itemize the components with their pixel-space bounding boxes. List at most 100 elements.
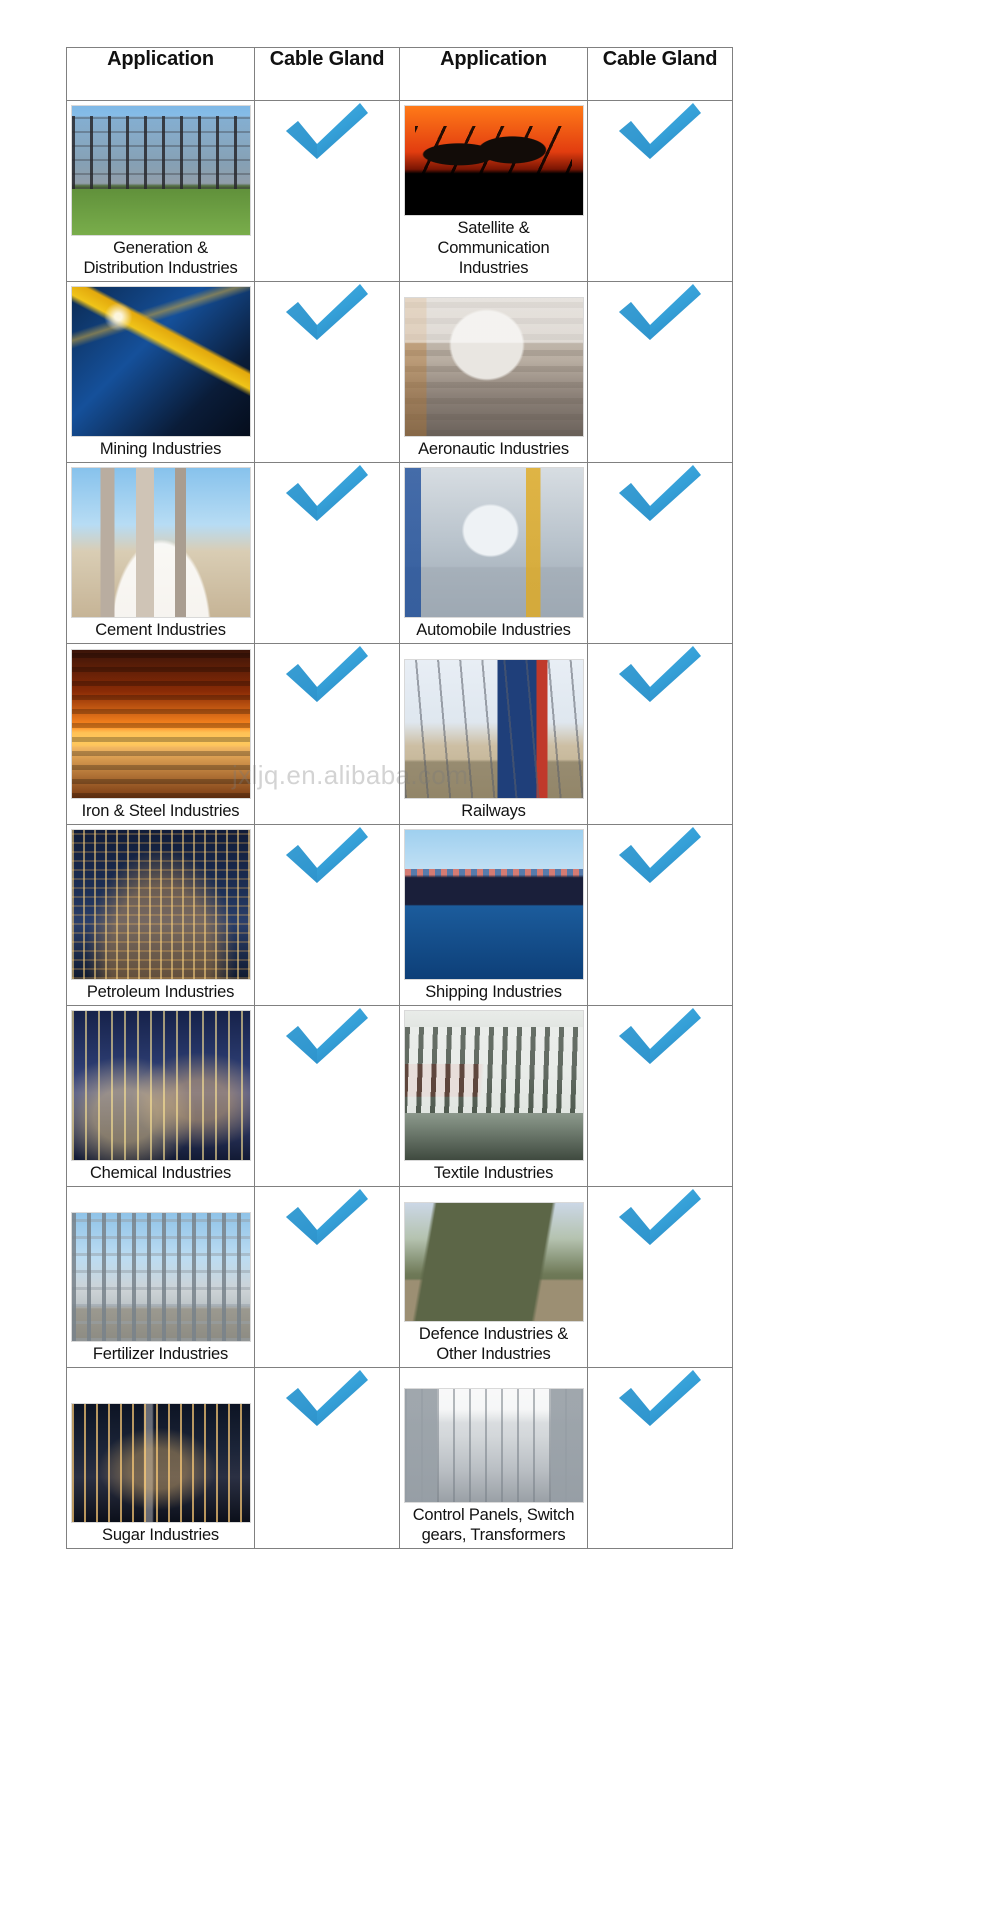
- application-thumbnail: [70, 1403, 251, 1523]
- cable-gland-check-cell: [255, 1368, 399, 1430]
- table-row: Mining Industries Aeronautic Industries: [66, 281, 733, 463]
- application-cell-left: Chemical Industries: [66, 1005, 255, 1187]
- application-label: Chemical Industries: [89, 1164, 232, 1182]
- blue-check-mark-icon: [286, 827, 368, 883]
- application-thumbnail: [403, 1388, 584, 1503]
- application-cell-right: Shipping Industries: [399, 824, 588, 1006]
- blue-check-mark-icon: [619, 1370, 701, 1426]
- cable-gland-cell-right: [587, 824, 733, 1006]
- application-label: Cement Industries: [95, 621, 226, 639]
- textile-spinning-machine-photo: [404, 1011, 583, 1160]
- application-label: Shipping Industries: [425, 983, 562, 1001]
- petroleum-refinery-night-photo: [71, 830, 250, 979]
- blue-check-mark-icon: [286, 1189, 368, 1245]
- blue-check-mark-icon: [619, 103, 701, 159]
- blue-check-mark-icon: [619, 284, 701, 340]
- application-thumbnail: [70, 649, 251, 799]
- blue-check-mark-icon: [619, 465, 701, 521]
- fertilizer-plant-photo: [71, 1213, 250, 1341]
- application-cell-right: Textile Industries: [399, 1005, 588, 1187]
- blue-check-mark-icon: [619, 827, 701, 883]
- header-cable-gland-right: Cable Gland: [587, 47, 733, 101]
- application-thumbnail: [403, 1202, 584, 1322]
- cable-gland-cell-right: [587, 281, 733, 463]
- table-header: Application Cable Gland Application Cabl…: [66, 47, 733, 101]
- cable-gland-cell-right: [587, 462, 733, 644]
- cable-gland-cell-left: [254, 100, 400, 282]
- cable-gland-check-cell: [255, 282, 399, 344]
- electrical-substation-photo: [71, 106, 250, 235]
- application-thumbnail: [70, 829, 251, 980]
- application-label: Satellite & Communication Industries: [437, 219, 550, 277]
- cable-gland-check-cell: [255, 644, 399, 706]
- application-thumbnail: [70, 1010, 251, 1161]
- blue-check-mark-icon: [286, 646, 368, 702]
- cable-gland-check-cell: [588, 644, 732, 706]
- application-label: Textile Industries: [433, 1164, 554, 1182]
- cable-gland-check-cell: [255, 101, 399, 163]
- container-ship-port-photo: [404, 830, 583, 979]
- application-cell-left: Sugar Industries: [66, 1367, 255, 1549]
- cable-gland-cell-left: [254, 1186, 400, 1368]
- application-label: Railways: [461, 802, 526, 820]
- cable-gland-check-cell: [255, 825, 399, 887]
- cable-gland-cell-right: [587, 1367, 733, 1549]
- application-thumbnail: [403, 1010, 584, 1161]
- cable-gland-cell-right: [587, 1005, 733, 1187]
- header-application-left: Application: [66, 47, 255, 101]
- application-thumbnail: [403, 105, 584, 216]
- application-label: Iron & Steel Industries: [81, 802, 240, 820]
- cable-gland-cell-left: [254, 462, 400, 644]
- application-cell-left: Fertilizer Industries: [66, 1186, 255, 1368]
- cable-gland-check-cell: [588, 101, 732, 163]
- blue-check-mark-icon: [286, 1370, 368, 1426]
- application-cell-left: Generation & Distribution Industries: [66, 100, 255, 282]
- header-row: Application Cable Gland Application Cabl…: [66, 47, 733, 101]
- sugar-mill-night-photo: [71, 1404, 250, 1522]
- blue-check-mark-icon: [286, 284, 368, 340]
- application-thumbnail: [70, 467, 251, 618]
- application-cell-right: Aeronautic Industries: [399, 281, 588, 463]
- application-cell-right: Satellite & Communication Industries: [399, 100, 588, 282]
- table-row: Sugar Industries Control Panels, Switch g…: [66, 1367, 733, 1549]
- application-label: Sugar Industries: [102, 1526, 219, 1544]
- blue-check-mark-icon: [619, 1008, 701, 1064]
- application-thumbnail: [403, 659, 584, 799]
- cable-gland-check-cell: [588, 463, 732, 525]
- application-thumbnail: [403, 467, 584, 618]
- table-row: Generation & Distribution Industries Sate…: [66, 100, 733, 282]
- cable-gland-check-cell: [588, 1187, 732, 1249]
- cable-gland-check-cell: [588, 1006, 732, 1068]
- cable-gland-check-cell: [588, 1368, 732, 1430]
- satellite-dishes-sunset-photo: [404, 106, 583, 215]
- blue-check-mark-icon: [286, 103, 368, 159]
- application-label: Mining Industries: [99, 440, 222, 458]
- application-cable-gland-table: Application Cable Gland Application Cabl…: [66, 47, 733, 1549]
- cable-gland-cell-right: [587, 100, 733, 282]
- application-cell-right: Defence Industries & Other Industries: [399, 1186, 588, 1368]
- page-root: jxljq.en.alibaba.com Application Cable G…: [0, 0, 1000, 1913]
- blue-check-mark-icon: [619, 646, 701, 702]
- cable-gland-check-cell: [255, 1187, 399, 1249]
- application-thumbnail: [403, 297, 584, 437]
- molten-steel-mill-photo: [71, 650, 250, 798]
- chemical-plant-night-photo: [71, 1011, 250, 1160]
- application-cell-left: Mining Industries: [66, 281, 255, 463]
- military-missile-launcher-photo: [404, 1203, 583, 1321]
- control-panel-room-photo: [404, 1389, 583, 1502]
- application-thumbnail: [403, 829, 584, 980]
- cable-gland-check-cell: [588, 825, 732, 887]
- table-row: Petroleum Industries Shipping Industries: [66, 824, 733, 1006]
- application-label: Automobile Industries: [416, 621, 571, 639]
- cable-gland-cell-left: [254, 1367, 400, 1549]
- header-application-right: Application: [399, 47, 588, 101]
- application-cell-left: Cement Industries: [66, 462, 255, 644]
- cable-gland-cell-left: [254, 281, 400, 463]
- table-body: Generation & Distribution Industries Sate…: [66, 100, 733, 1549]
- cable-gland-cell-right: [587, 1186, 733, 1368]
- cable-gland-cell-right: [587, 643, 733, 825]
- blue-check-mark-icon: [286, 1008, 368, 1064]
- cement-plant-photo: [71, 468, 250, 617]
- application-cell-right: Railways: [399, 643, 588, 825]
- application-thumbnail: [70, 105, 251, 236]
